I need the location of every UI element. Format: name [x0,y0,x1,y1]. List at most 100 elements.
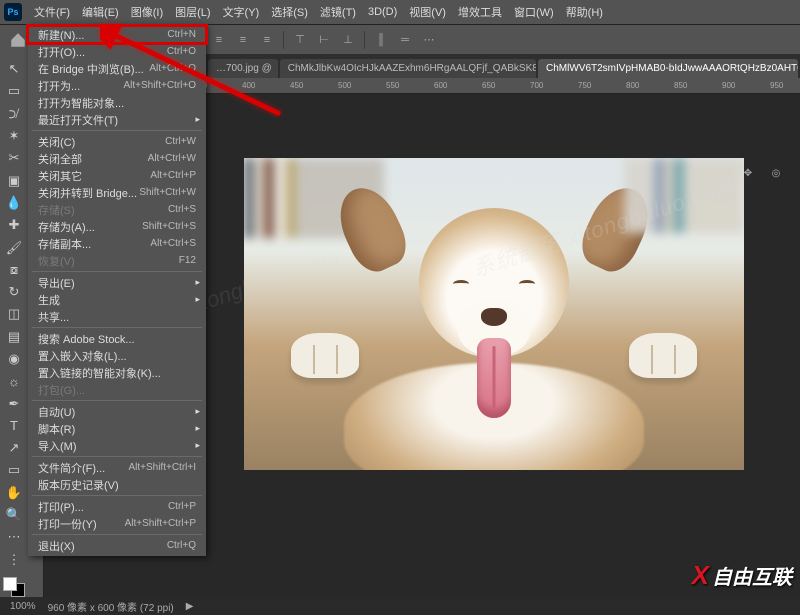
more-tool[interactable]: ⋮ [3,550,25,570]
menu-item[interactable]: 关闭全部 Alt+Ctrl+W [28,150,206,167]
menu-item[interactable]: 存储副本... Alt+Ctrl+S [28,235,206,252]
zoom-tool[interactable]: 🔍 [3,505,25,525]
menu-帮助[interactable]: 帮助(H) [560,1,609,23]
menu-item[interactable]: 退出(X) Ctrl+Q [28,537,206,554]
menu-item-label: 导入(M) [38,438,77,454]
menu-视图[interactable]: 视图(V) [403,1,452,23]
zoom-level[interactable]: 100% [10,601,36,612]
app-logo: Ps [4,3,22,21]
watermark-x-icon: X [692,560,709,591]
menu-滤镜[interactable]: 滤镜(T) [314,1,362,23]
more-align-icon[interactable]: ⋯ [420,31,438,49]
eyedropper-tool[interactable]: 💧 [3,193,25,213]
separator [364,31,365,49]
document-dimensions: 960 像素 x 600 像素 (72 ppi) [48,599,174,614]
menu-item-label: 共享... [38,309,69,325]
menu-item-label: 关闭全部 [38,151,82,167]
healing-tool[interactable]: ✚ [3,215,25,235]
watermark-text: 自由互联 [712,561,792,590]
ruler-tick: 550 [386,81,399,90]
menu-item-shortcut: Alt+Ctrl+W [148,153,196,164]
menu-bar: Ps 文件(F)编辑(E)图像(I)图层(L)文字(Y)选择(S)滤镜(T)3D… [0,0,800,24]
dolly-icon[interactable]: ◎ [767,164,785,182]
menu-item-label: 关闭(C) [38,134,75,150]
distribute-v-icon[interactable]: ═ [396,31,414,49]
hand-tool[interactable]: ✋ [3,483,25,503]
menu-选择[interactable]: 选择(S) [265,1,314,23]
menu-item[interactable]: 存储为(A)...Shift+Ctrl+S [28,218,206,235]
menu-窗口[interactable]: 窗口(W) [508,1,560,23]
gradient-tool[interactable]: ▤ [3,327,25,347]
menu-item[interactable]: 置入链接的智能对象(K)... [28,364,206,381]
menu-编辑[interactable]: 编辑(E) [76,1,125,23]
status-bar: 100% 960 像素 x 600 像素 (72 ppi) ▶ [0,597,800,615]
menu-separator [32,400,202,401]
pen-tool[interactable]: ✒ [3,393,25,413]
menu-图像[interactable]: 图像(I) [125,1,169,23]
menu-item[interactable]: 共享... [28,308,206,325]
menu-item-label: 退出(X) [38,538,75,554]
menu-item[interactable]: 生成 [28,291,206,308]
menu-item[interactable]: 搜索 Adobe Stock... [28,330,206,347]
stamp-tool[interactable]: ⧇ [3,260,25,280]
menu-item-shortcut: Alt+Ctrl+P [150,170,196,181]
menu-item-shortcut: F12 [179,255,196,266]
type-tool[interactable]: T [3,416,25,436]
lasso-tool[interactable]: ⟉ [3,104,25,124]
status-arrow-icon[interactable]: ▶ [186,601,194,612]
menu-item[interactable]: 关闭其它 Alt+Ctrl+P [28,167,206,184]
menu-item-label: 关闭其它 [38,168,82,184]
history-tool[interactable]: ↻ [3,282,25,302]
menu-item: 存储(S)Ctrl+S [28,201,206,218]
artboard-tool[interactable]: ▭ [3,81,25,101]
crop-tool[interactable]: ✂ [3,148,25,168]
wand-tool[interactable]: ✶ [3,126,25,146]
menu-item[interactable]: 导入(M) [28,437,206,454]
menu-item-label: 置入链接的智能对象(K)... [38,365,161,381]
menu-item[interactable]: 打印一份(Y)Alt+Shift+Ctrl+P [28,515,206,532]
menu-3d[interactable]: 3D(D) [362,3,403,21]
menu-图层[interactable]: 图层(L) [169,1,216,23]
menu-item-label: 存储为(A)... [38,219,95,235]
menu-item-label: 打印一份(Y) [38,516,97,532]
menu-item-shortcut: Ctrl+Q [167,540,196,551]
path-tool[interactable]: ↗ [3,438,25,458]
menu-item[interactable]: 打印(P)...Ctrl+P [28,498,206,515]
home-icon[interactable] [9,31,27,49]
align-bottom-icon[interactable]: ⊥ [339,31,357,49]
menu-item-label: 文件简介(F)... [38,460,105,476]
move-tool[interactable]: ↖ [3,59,25,79]
rectangle-tool[interactable]: ▭ [3,460,25,480]
menu-item[interactable]: 关闭并转到 Bridge...Shift+Ctrl+W [28,184,206,201]
menu-item-label: 打开为... [38,78,80,94]
menu-item[interactable]: 导出(E) [28,274,206,291]
menu-item-shortcut: Shift+Ctrl+W [139,187,196,198]
menu-item[interactable]: 文件简介(F)...Alt+Shift+Ctrl+I [28,459,206,476]
dodge-tool[interactable]: ☼ [3,371,25,391]
menu-item[interactable]: 脚本(R) [28,420,206,437]
menu-item[interactable]: 版本历史记录(V) [28,476,206,493]
menu-文件[interactable]: 文件(F) [28,1,76,23]
editbar-tool[interactable]: ⋯ [3,527,25,547]
ruler-tick: 700 [530,81,543,90]
frame-tool[interactable]: ▣ [3,170,25,190]
align-middle-icon[interactable]: ⊢ [315,31,333,49]
ruler-tick: 850 [674,81,687,90]
brush-tool[interactable]: 🖌 [3,237,25,257]
document-tab[interactable]: ChMkJlbKw4OIcHJkAAZExhm6HRgAALQFjf_QABkS… [280,59,536,78]
menu-item[interactable]: 置入嵌入对象(L)... [28,347,206,364]
distribute-h-icon[interactable]: ║ [372,31,390,49]
eraser-tool[interactable]: ◫ [3,304,25,324]
blur-tool[interactable]: ◉ [3,349,25,369]
menu-item-label: 置入嵌入对象(L)... [38,348,127,364]
menu-item-label: 脚本(R) [38,421,75,437]
document-tab[interactable]: ChMlWV6T2smIVpHMAB0-bIdJwwAAAORtQHzBz0AH… [538,59,798,78]
menu-item: 恢复(V)F12 [28,252,206,269]
menu-item[interactable]: 自动(U) [28,403,206,420]
menu-item-shortcut: Alt+Ctrl+S [150,238,196,249]
menu-增效工具[interactable]: 增效工具 [452,1,508,23]
color-swatch[interactable] [3,577,25,597]
menu-文字[interactable]: 文字(Y) [217,1,266,23]
menu-item-label: 存储副本... [38,236,91,252]
menu-item-label: 存储(S) [38,202,75,218]
